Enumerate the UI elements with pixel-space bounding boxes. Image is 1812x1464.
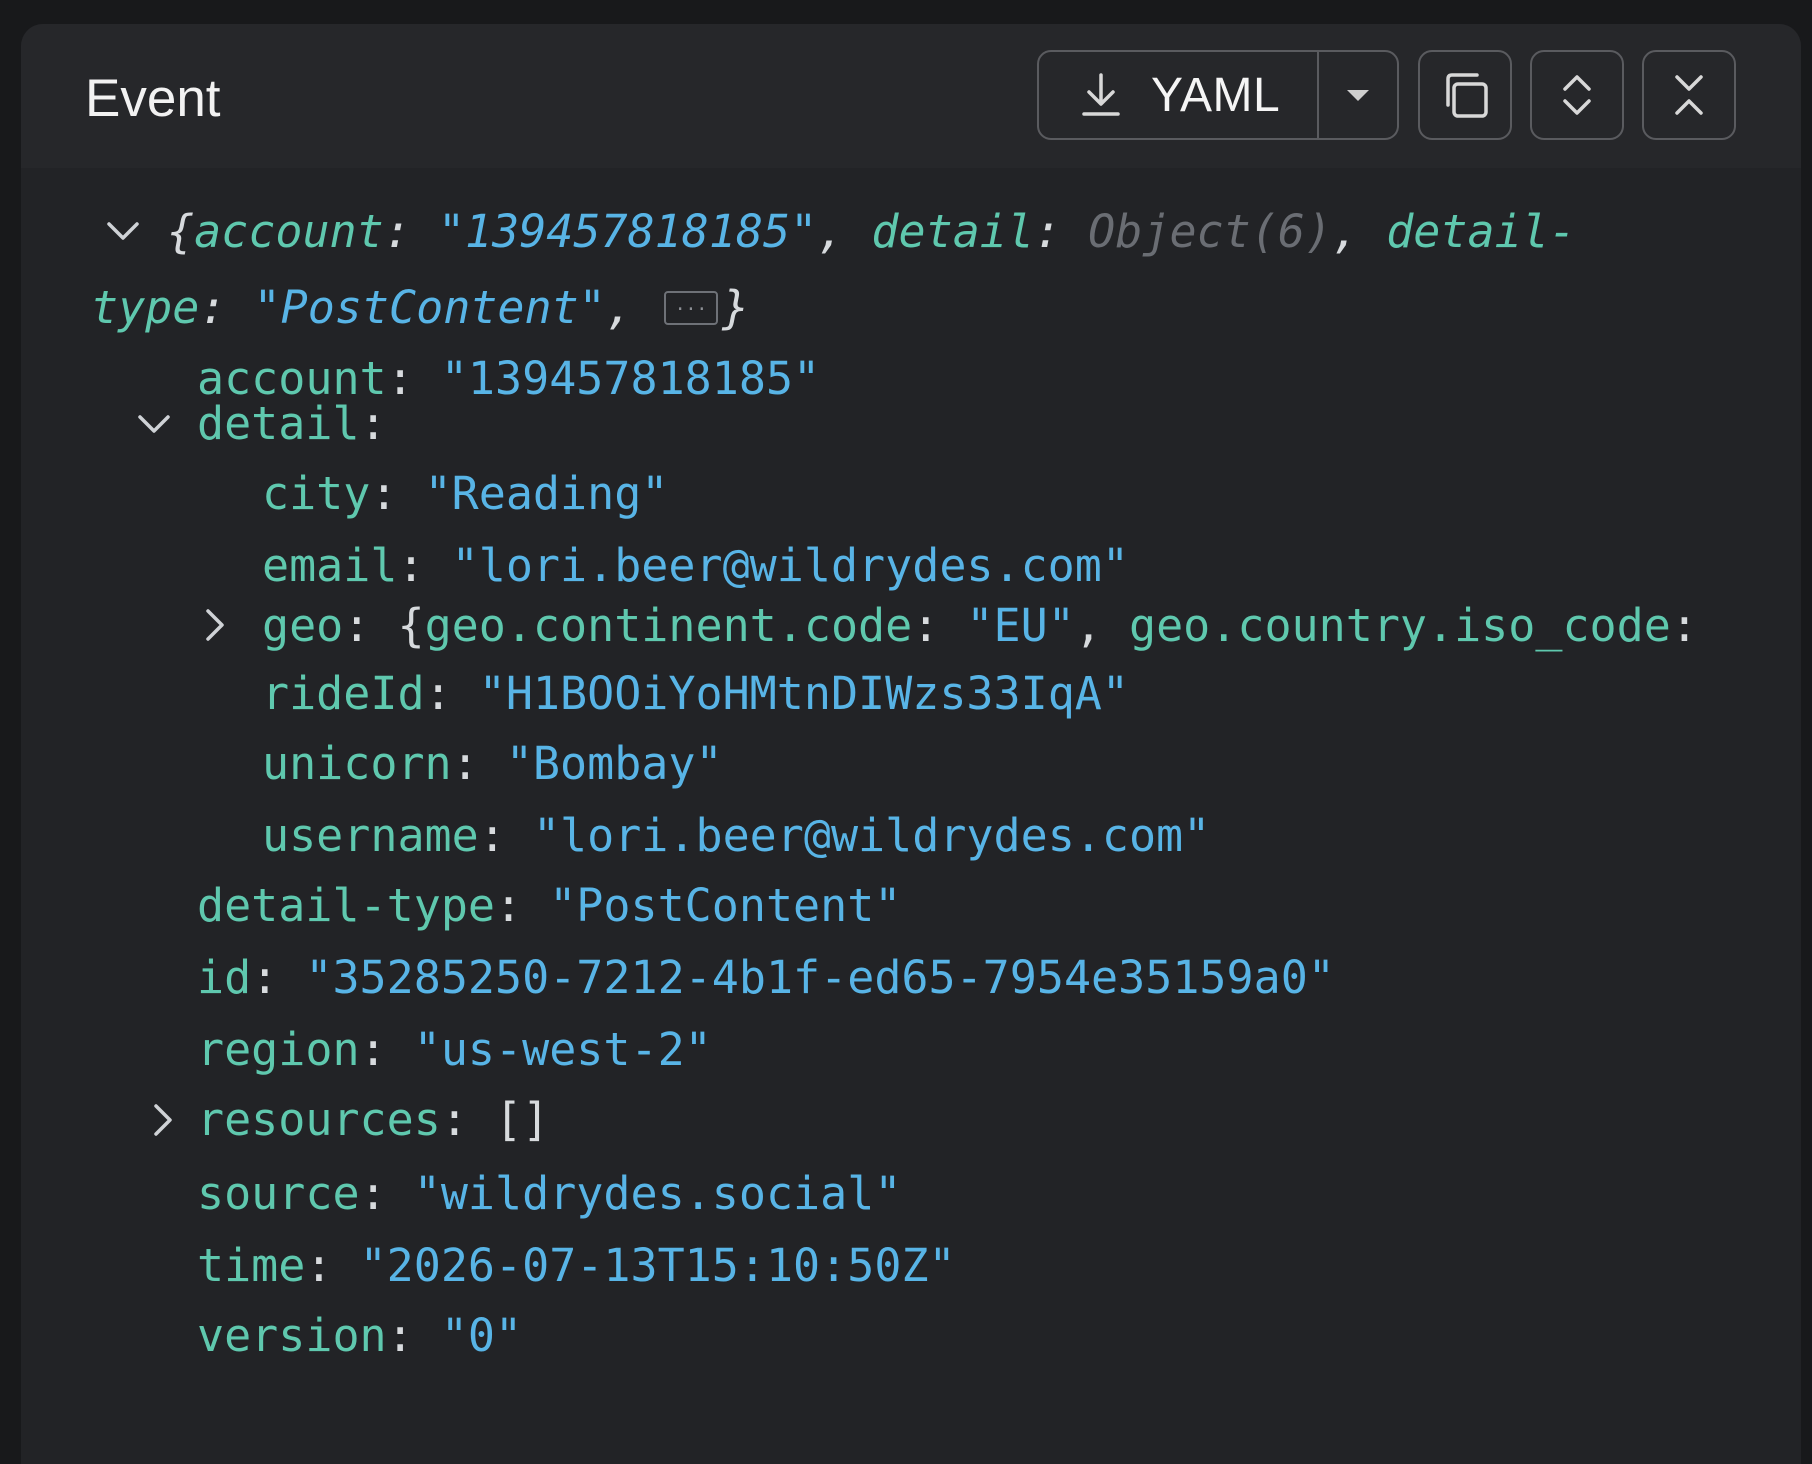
- root-summary-line-1[interactable]: {account: "139457818185", detail: Object…: [167, 202, 1576, 262]
- tree-row-resources[interactable]: resources: []: [197, 1090, 549, 1150]
- json-tree-viewer: {account: "139457818185", detail: Object…: [21, 168, 1801, 1464]
- tree-row-rideid: rideId: "H1BOOiYoHMtnDIWzs33IqA": [262, 667, 1129, 720]
- expand-vertical-icon: [1563, 75, 1591, 115]
- tree-row-detail[interactable]: detail:: [197, 394, 387, 454]
- download-format-label: YAML: [1151, 68, 1281, 122]
- tree-row-detail-type: detail-type: "PostContent": [197, 879, 902, 932]
- panel-title: Event: [85, 69, 221, 128]
- download-format-dropdown[interactable]: [1319, 52, 1397, 138]
- copy-icon: [1446, 73, 1488, 118]
- expand-all-button[interactable]: [1530, 50, 1624, 140]
- tree-row-source: source: "wildrydes.social": [197, 1167, 902, 1220]
- tree-row-region: region: "us-west-2": [197, 1023, 712, 1076]
- download-yaml-button[interactable]: YAML: [1039, 52, 1319, 138]
- chevron-right-icon[interactable]: [143, 1100, 183, 1140]
- chevron-down-icon[interactable]: [134, 404, 174, 444]
- root-summary-line-2[interactable]: type: "PostContent", ...}: [91, 278, 749, 338]
- tree-row-username: username: "lori.beer@wildrydes.com": [262, 809, 1211, 862]
- event-panel: Event YAML {account: "139457818185", det…: [21, 24, 1801, 1464]
- tree-row-version: version: "0": [197, 1309, 523, 1362]
- collapse-all-button[interactable]: [1642, 50, 1736, 140]
- tree-row-unicorn: unicorn: "Bombay": [262, 737, 723, 790]
- collapse-vertical-icon: [1675, 75, 1703, 115]
- caret-down-icon: [1347, 90, 1369, 101]
- tree-row-time: time: "2026-07-13T15:10:50Z": [197, 1239, 956, 1292]
- tree-row-geo[interactable]: geo: {geo.continent.code: "EU", geo.coun…: [262, 596, 1698, 656]
- ellipsis-badge[interactable]: ...: [663, 291, 718, 325]
- download-icon: [1082, 73, 1120, 116]
- download-split-button: YAML: [1037, 50, 1399, 140]
- tree-row-id: id: "35285250-7212-4b1f-ed65-7954e35159a…: [197, 951, 1335, 1004]
- copy-button[interactable]: [1418, 50, 1512, 140]
- chevron-down-icon[interactable]: [103, 211, 143, 251]
- chevron-right-icon[interactable]: [195, 605, 235, 645]
- tree-row-city: city: "Reading": [262, 467, 669, 520]
- tree-row-email: email: "lori.beer@wildrydes.com": [262, 539, 1129, 592]
- panel-header: Event YAML: [21, 24, 1801, 168]
